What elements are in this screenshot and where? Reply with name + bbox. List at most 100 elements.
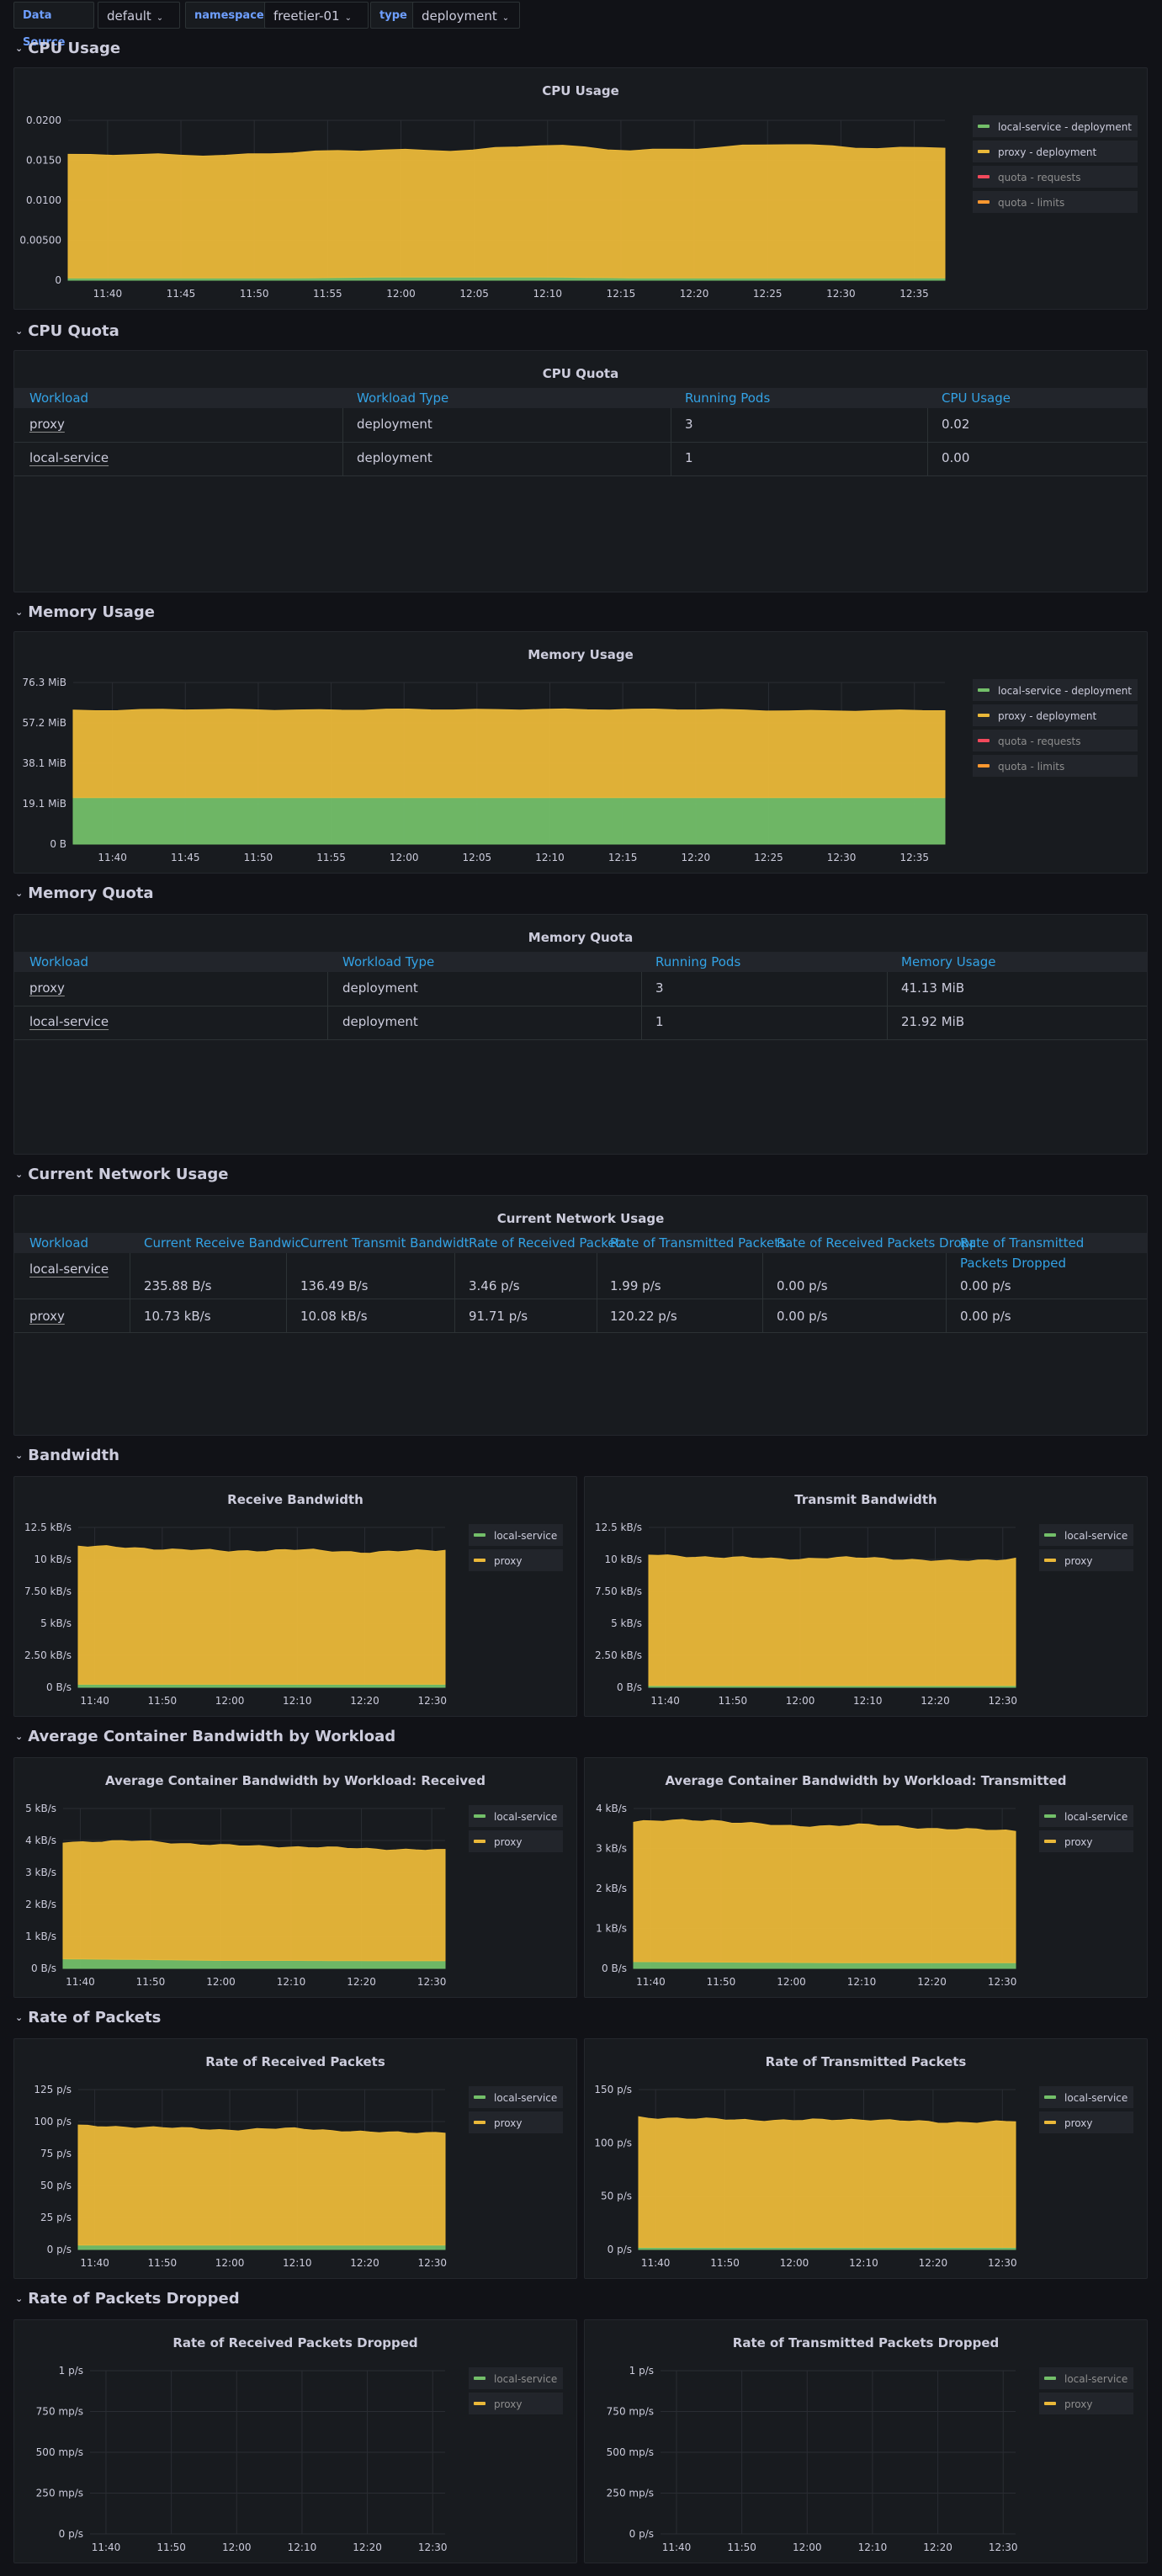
x-tick-label: 11:50 [136,1976,166,1988]
row-title-text: Rate of Packets Dropped [28,2290,240,2308]
type-select[interactable]: deployment ⌄ [412,2,520,29]
workload-link[interactable]: local-service [29,1014,109,1029]
workload-type-cell: deployment [342,1014,418,1029]
cell-divider [887,972,888,1006]
transmitted-dropped-cell: 0.00 p/s [960,1278,1011,1293]
row-network-usage[interactable]: ⌄ Current Network Usage [15,1165,228,1185]
datasource-label: Data Source [13,2,94,49]
datasource-select[interactable]: freetier-01default⌄ [98,2,180,29]
workload-link[interactable]: proxy [29,980,65,996]
x-tick-label: 12:20 [347,1976,376,1988]
legend-label: proxy [1064,1836,1092,1848]
cpu-usage-cell: 0.00 [942,450,970,465]
column-header-running-pods[interactable]: Running Pods [685,388,770,408]
avg-received-chart: 0 B/s 1 kB/s 2 kB/s 3 kB/s 4 kB/s 5 kB/s 11:40… [25,1803,563,1988]
workload-type-cell: deployment [357,417,432,432]
column-header-memory-usage[interactable]: Memory Usage [901,952,996,972]
dashboard: Data Source freetier-01 default ⌄ namespac… [0,0,1162,2576]
x-tick-label: 12:00 [206,1976,236,1988]
x-tick-label: 12:00 [215,2257,245,2269]
cell-divider [927,408,928,442]
legend-swatch [978,175,990,178]
chevron-down-icon: ⌄ [15,888,24,899]
column-header-received-packets[interactable]: Rate of Received Packets [469,1233,623,1253]
y-tick-label: 7.50 kB/s [24,1585,72,1597]
row-title-text: Memory Quota [28,884,154,902]
row-rate-dropped[interactable]: ⌄ Rate of Packets Dropped [15,2289,240,2309]
y-tick-label: 1 kB/s [596,1923,627,1935]
cell-divider [454,1253,455,1299]
row-cpu-usage[interactable]: ⌄ CPU Usage [15,39,120,59]
cell-divider [327,972,328,1006]
x-tick-label: 12:30 [417,2257,447,2269]
x-tick-label: 12:30 [418,2541,448,2553]
cell-divider [342,408,343,442]
y-tick-label: 0 p/s [47,2244,72,2255]
y-tick-label: 1 kB/s [25,1931,56,1942]
x-tick-label: 12:30 [988,2257,1017,2269]
workload-type-cell: deployment [342,980,418,996]
x-tick-label: 12:25 [753,288,783,300]
column-header-workload[interactable]: Workload [29,952,88,972]
table-header: Workload Workload Type Running Pods CPU … [14,388,1147,408]
workload-link[interactable]: local-service [29,450,109,465]
y-tick-label: 1 p/s [629,2365,654,2377]
panel-avg-transmitted: Average Container Bandwidth by Workload:… [584,1757,1148,1998]
y-tick-label: 4 kB/s [25,1835,56,1846]
x-tick-label: 11:40 [80,1695,109,1707]
column-header-cpu-usage[interactable]: CPU Usage [942,388,1011,408]
x-tick-label: 11:50 [727,2541,756,2553]
row-cpu-quota[interactable]: ⌄ CPU Quota [15,321,119,342]
row-bandwidth[interactable]: ⌄ Bandwidth [15,1446,119,1466]
x-tick-label: 12:10 [283,1695,312,1707]
legend-swatch [474,2121,485,2124]
y-tick-label: 750 mp/s [607,2406,654,2418]
legend-label: proxy [494,1555,522,1567]
x-tick-label: 12:00 [386,288,416,300]
y-tick-label: 3 kB/s [596,1843,627,1855]
namespace-select[interactable]: freetier-01 ⌄ [264,2,369,29]
x-tick-label: 12:00 [222,2541,252,2553]
x-tick-label: 11:50 [710,2257,740,2269]
y-tick-label: 1 p/s [59,2365,83,2377]
column-header-workload[interactable]: Workload [29,1233,139,1253]
y-tick-label: 500 mp/s [36,2446,83,2458]
column-header-workload-type[interactable]: Workload Type [342,952,434,972]
row-avg-bandwidth[interactable]: ⌄ Average Container Bandwidth by Workload [15,1727,395,1747]
workload-link[interactable]: proxy [29,1309,65,1324]
legend-label: local-service - deployment [998,121,1132,133]
chevron-down-icon: ⌄ [15,43,24,54]
workload-link[interactable]: local-service [29,1261,109,1277]
receive-bandwidth-chart: 0 B/s 2.50 kB/s 5 kB/s 7.50 kB/s 10 kB/s 12.5… [24,1522,563,1707]
column-header-workload-type[interactable]: Workload Type [357,388,448,408]
legend-swatch [474,1840,485,1843]
series-area-proxy [648,1554,1016,1686]
column-header-running-pods[interactable]: Running Pods [655,952,740,972]
workload-link[interactable]: proxy [29,417,65,432]
row-rate-packets[interactable]: ⌄ Rate of Packets [15,2008,161,2028]
panel-title: Memory Quota [528,930,634,945]
y-tick-label: 7.50 kB/s [595,1585,642,1597]
y-tick-label: 750 mp/s [36,2406,83,2418]
memory-usage-chart: 0 B 19.1 MiB 38.1 MiB 57.2 MiB 76.3 MiB 11:40… [23,677,1138,863]
panel-title: Current Network Usage [496,1211,665,1226]
column-header-receive-bandwidth[interactable]: Current Receive Bandwidth [144,1233,300,1253]
chevron-down-icon: ⌄ [156,13,164,23]
x-tick-label: 12:10 [288,2541,317,2553]
legend-label: proxy [1064,2398,1092,2410]
column-header-workload[interactable]: Workload [29,388,88,408]
series-area-local-service [77,1683,446,1688]
row-memory-quota[interactable]: ⌄ Memory Quota [15,884,154,904]
column-header-transmit-bandwidth[interactable]: Current Transmit Bandwidth [300,1233,469,1253]
legend-swatch [978,150,990,153]
transmit-bandwidth-cell: 136.49 B/s [300,1278,369,1293]
received-packets-cell: 3.46 p/s [469,1278,520,1293]
column-header-received-dropped[interactable]: Rate of Received Packets Dropped [777,1233,975,1253]
x-tick-label: 12:10 [283,2257,312,2269]
column-header-transmitted-packets[interactable]: Rate of Transmitted Packets [610,1233,790,1253]
legend-swatch [1044,2402,1056,2405]
series-area-proxy [77,1545,446,1685]
panel-title: CPU Usage [542,83,619,98]
y-tick-label: 150 p/s [594,2084,632,2095]
row-memory-usage[interactable]: ⌄ Memory Usage [15,603,155,623]
